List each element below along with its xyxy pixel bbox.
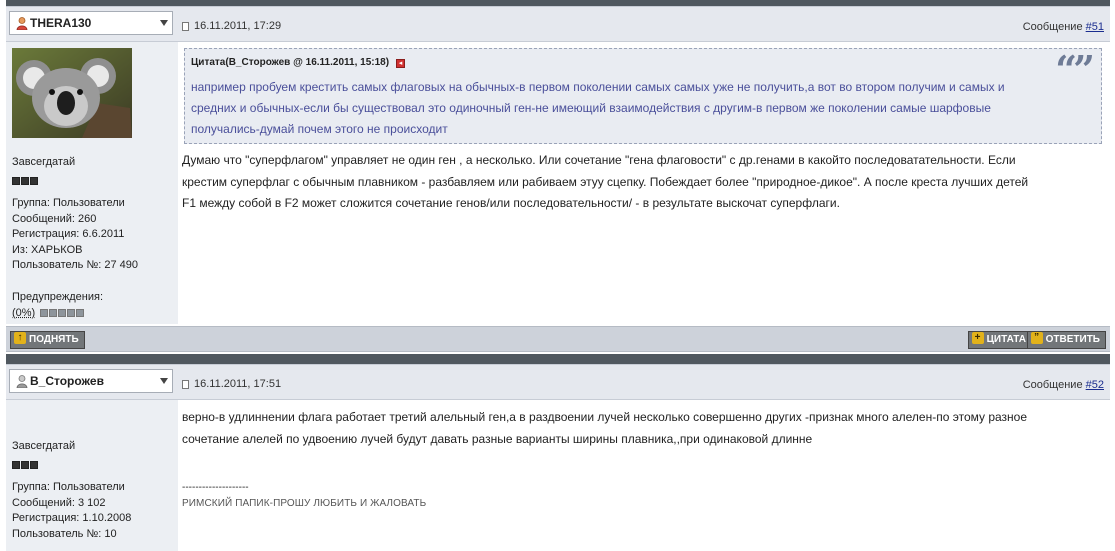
warning-pip bbox=[58, 308, 67, 317]
post-divider bbox=[6, 354, 1110, 364]
message-link[interactable]: #52 bbox=[1086, 379, 1104, 391]
forum-page: THERA130 16.11.2011, 17:29 Сообщение #51 bbox=[0, 0, 1115, 551]
plus-icon: + bbox=[971, 332, 984, 345]
user-messages: Сообщений: 260 bbox=[12, 212, 97, 225]
post-header: В_Сторожев 16.11.2011, 17:51 Сообщение #… bbox=[6, 364, 1110, 400]
reply-button[interactable]: ” ОТВЕТИТЬ bbox=[1026, 331, 1106, 349]
signature: РИМСКИЙ ПАПИК-ПРОШУ ЛЮБИТЬ И ЖАЛОВАТЬ bbox=[182, 498, 427, 509]
jump-to-post-icon[interactable]: ◂ bbox=[396, 59, 405, 68]
rank-pip bbox=[21, 177, 29, 185]
post-line: крестим суперфлаг с обычным плавником - … bbox=[182, 174, 1029, 189]
warning-pip bbox=[40, 308, 49, 317]
warnings-value[interactable]: (0%) bbox=[12, 307, 35, 319]
warnings-block: Предупреждения: (0%) bbox=[12, 290, 103, 321]
rank-pips bbox=[12, 456, 39, 469]
user-number: Пользователь №: 27 490 bbox=[12, 259, 138, 271]
user-info: Группа: Пользователи Сообщений: 260 Реги… bbox=[12, 196, 138, 274]
user-registration: Регистрация: 6.6.2011 bbox=[12, 228, 125, 240]
chevron-down-icon bbox=[160, 378, 168, 384]
quote-line: получались-думай почем этого не происход… bbox=[191, 122, 448, 136]
message-label: Сообщение bbox=[1022, 379, 1083, 391]
document-icon bbox=[182, 380, 189, 389]
message-number: Сообщение #51 bbox=[1023, 21, 1104, 33]
warning-pip bbox=[76, 308, 85, 317]
quote-button[interactable]: + ЦИТАТА bbox=[967, 331, 1032, 349]
quote-line: например пробуем крестить самых флаговых… bbox=[191, 80, 1005, 94]
post-body: верно-в удлиннении флага работает третий… bbox=[178, 400, 1110, 551]
post-line: Думаю что "суперфлагом" управляет не оди… bbox=[182, 153, 1016, 167]
forum-post: В_Сторожев 16.11.2011, 17:51 Сообщение #… bbox=[6, 364, 1110, 551]
author-name: В_Сторожев bbox=[30, 374, 104, 388]
author-panel: Завсегдатай Группа: Пользователи Сообщен… bbox=[6, 400, 178, 551]
author-dropdown[interactable]: THERA130 bbox=[9, 11, 173, 35]
signature-separator: -------------------- bbox=[182, 482, 249, 493]
user-registration: Регистрация: 1.10.2008 bbox=[12, 512, 132, 524]
rank-pip bbox=[30, 461, 38, 469]
post-footer: ↑ ПОДНЯТЬ + ЦИТАТА ” ОТВЕТИТЬ bbox=[6, 326, 1110, 352]
user-location: Из: ХАРЬКОВ bbox=[12, 243, 83, 256]
avatar bbox=[12, 48, 132, 138]
post-date: 16.11.2011, 17:51 bbox=[194, 378, 282, 390]
warning-pip bbox=[49, 308, 58, 317]
author-dropdown[interactable]: В_Сторожев bbox=[9, 369, 173, 393]
user-group: Группа: Пользователи bbox=[12, 197, 125, 209]
reply-label: ОТВЕТИТЬ bbox=[1045, 334, 1100, 345]
post-text: Думаю что "суперфлагом" управляет не оди… bbox=[182, 150, 1028, 215]
warning-pip bbox=[67, 308, 76, 317]
rank-pip bbox=[30, 177, 38, 185]
user-icon bbox=[16, 375, 28, 388]
user-rank: Завсегдатай bbox=[12, 156, 76, 168]
quote-mark-icon: ” bbox=[1030, 332, 1043, 345]
post-header: THERA130 16.11.2011, 17:29 Сообщение #51 bbox=[6, 6, 1110, 42]
post-text: верно-в удлиннении флага работает третий… bbox=[182, 407, 1027, 450]
post-line: сочетание алелей по удвоению лучей будут… bbox=[182, 431, 813, 446]
user-rank: Завсегдатай bbox=[12, 440, 76, 452]
quote-label: ЦИТАТА bbox=[986, 334, 1026, 345]
rank-pip bbox=[21, 461, 29, 469]
message-label: Сообщение bbox=[1022, 21, 1083, 33]
user-group: Группа: Пользователи bbox=[12, 481, 125, 493]
raise-label: ПОДНЯТЬ bbox=[29, 334, 79, 345]
message-number: Сообщение #52 bbox=[1023, 379, 1104, 391]
post-line: F1 между собой в F2 может сложится сочет… bbox=[182, 196, 840, 210]
rank-pips bbox=[12, 172, 39, 185]
arrow-up-icon: ↑ bbox=[14, 332, 26, 345]
quote-text: например пробуем крестить самых флаговых… bbox=[191, 77, 1081, 140]
author-panel: Завсегдатай Группа: Пользователи Сообщен… bbox=[6, 42, 178, 324]
user-number: Пользователь №: 10 bbox=[12, 527, 117, 540]
raise-button[interactable]: ↑ ПОДНЯТЬ bbox=[10, 331, 85, 349]
quote-box: Цитата(В_Сторожев @ 16.11.2011, 15:18) ◂… bbox=[184, 47, 1102, 144]
user-info: Группа: Пользователи Сообщений: 3 102 Ре… bbox=[12, 480, 131, 542]
post-body: Цитата(В_Сторожев @ 16.11.2011, 15:18) ◂… bbox=[178, 42, 1110, 324]
user-icon bbox=[16, 17, 28, 30]
forum-post: THERA130 16.11.2011, 17:29 Сообщение #51 bbox=[6, 6, 1110, 324]
warning-pips bbox=[40, 308, 85, 320]
rank-pip bbox=[12, 461, 20, 469]
author-name: THERA130 bbox=[30, 16, 92, 30]
user-messages: Сообщений: 3 102 bbox=[12, 496, 106, 509]
post-line: верно-в удлиннении флага работает третий… bbox=[182, 410, 1028, 424]
warnings-row: (0%) bbox=[12, 306, 103, 322]
rank-pip bbox=[12, 177, 20, 185]
document-icon bbox=[182, 22, 189, 31]
chevron-down-icon bbox=[160, 20, 168, 26]
quote-line: средних и обычных-если бы существовал эт… bbox=[191, 101, 991, 115]
warnings-label: Предупреждения: bbox=[12, 291, 104, 303]
message-link[interactable]: #51 bbox=[1086, 21, 1104, 33]
post-date: 16.11.2011, 17:29 bbox=[194, 20, 282, 32]
quote-header: Цитата(В_Сторожев @ 16.11.2011, 15:18) bbox=[191, 57, 390, 68]
